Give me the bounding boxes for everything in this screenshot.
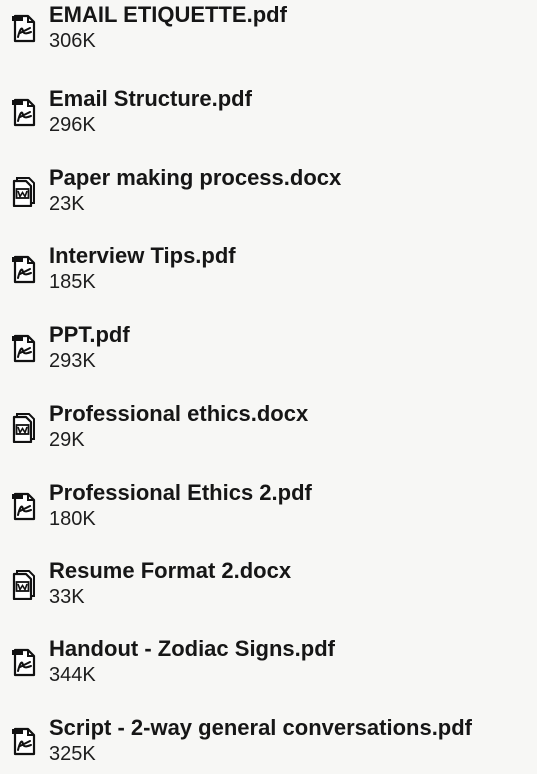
file-item-interview-tips[interactable]: Interview Tips.pdf 185K	[6, 243, 532, 301]
file-item-script-2-way-conversations[interactable]: Script - 2-way general conversations.pdf…	[6, 715, 532, 773]
file-item-professional-ethics[interactable]: Professional ethics.docx 29K	[6, 401, 532, 459]
file-name: EMAIL ETIQUETTE.pdf	[49, 2, 287, 27]
file-item-resume-format-2[interactable]: Resume Format 2.docx 33K	[6, 558, 532, 616]
word-file-icon	[8, 568, 40, 600]
word-file-icon	[8, 175, 40, 207]
file-item-ppt[interactable]: PPT.pdf 293K	[6, 322, 532, 380]
word-file-icon	[8, 411, 40, 443]
pdf-file-icon	[8, 332, 40, 364]
file-size: 185K	[49, 271, 96, 293]
file-size: 23K	[49, 193, 85, 215]
file-name: Script - 2-way general conversations.pdf	[49, 715, 473, 740]
file-name: Handout - Zodiac Signs.pdf	[49, 636, 335, 661]
pdf-file-icon	[8, 253, 40, 285]
file-size: 296K	[49, 114, 96, 136]
file-size: 180K	[49, 508, 96, 530]
file-name: Interview Tips.pdf	[49, 243, 236, 268]
file-name: Professional Ethics 2.pdf	[49, 480, 312, 505]
pdf-file-icon	[8, 646, 40, 678]
file-item-email-etiquette[interactable]: EMAIL ETIQUETTE.pdf 306K	[6, 2, 532, 60]
file-name: Email Structure.pdf	[49, 86, 252, 111]
pdf-file-icon	[8, 725, 40, 757]
file-item-paper-making-process[interactable]: Paper making process.docx 23K	[6, 165, 532, 223]
pdf-file-icon	[8, 96, 40, 128]
pdf-file-icon	[8, 12, 40, 44]
file-name: Professional ethics.docx	[49, 401, 309, 426]
file-item-handout-zodiac-signs[interactable]: Handout - Zodiac Signs.pdf 344K	[6, 636, 532, 694]
file-size: 325K	[49, 743, 96, 765]
file-name: PPT.pdf	[49, 322, 130, 347]
file-item-email-structure[interactable]: Email Structure.pdf 296K	[6, 86, 532, 144]
pdf-file-icon	[8, 490, 40, 522]
file-list: EMAIL ETIQUETTE.pdf 306K Email Structure…	[0, 0, 537, 774]
file-size: 293K	[49, 350, 96, 372]
file-name: Paper making process.docx	[49, 165, 342, 190]
file-size: 306K	[49, 30, 96, 52]
file-size: 33K	[49, 586, 85, 608]
file-size: 344K	[49, 664, 96, 686]
file-size: 29K	[49, 429, 85, 451]
file-item-professional-ethics-2[interactable]: Professional Ethics 2.pdf 180K	[6, 480, 532, 538]
file-name: Resume Format 2.docx	[49, 558, 292, 583]
